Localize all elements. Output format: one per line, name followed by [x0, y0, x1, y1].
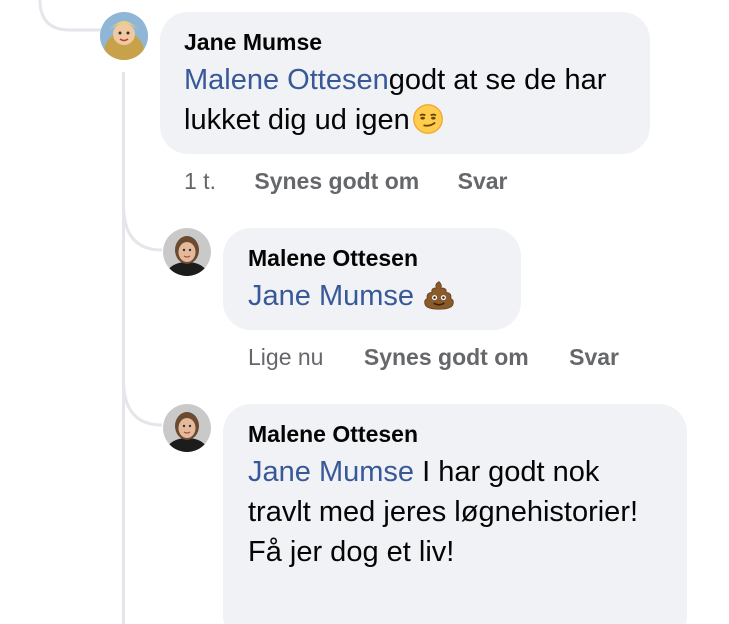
reply-button[interactable]: Svar — [458, 168, 508, 195]
like-button[interactable]: Synes godt om — [254, 168, 419, 195]
comment-actions-2: Lige nu Synes godt om Svar — [248, 344, 619, 371]
avatar-malene-ottesen[interactable] — [163, 404, 211, 452]
comment-author[interactable]: Malene Ottesen — [248, 420, 663, 448]
thread-connector-reply-2 — [122, 380, 163, 427]
comment-text: Jane Mumse — [248, 276, 497, 322]
comment-text: Malene Ottesengodt at se de har lukket d… — [184, 60, 626, 146]
comment-actions-1: 1 t. Synes godt om Svar — [184, 168, 507, 195]
thread-line-vertical — [122, 72, 125, 624]
pile-of-poo-emoji — [422, 279, 456, 322]
smirking-face-emoji — [410, 103, 446, 146]
comment-author[interactable]: Malene Ottesen — [248, 244, 497, 272]
mention-link[interactable]: Jane Mumse — [248, 456, 414, 488]
comment-bubble-1: Jane Mumse Malene Ottesengodt at se de h… — [160, 12, 650, 154]
reply-button[interactable]: Svar — [569, 344, 619, 371]
comment-bubble-2: Malene Ottesen Jane Mumse — [223, 228, 521, 330]
comment-bubble-3: Malene Ottesen Jane Mumse I har godt nok… — [223, 404, 687, 624]
avatar-malene-ottesen[interactable] — [163, 228, 211, 276]
mention-link[interactable]: Jane Mumse — [248, 280, 414, 312]
comment-text: Jane Mumse I har godt nok travlt med jer… — [248, 452, 663, 572]
avatar-jane-mumse[interactable] — [100, 12, 148, 60]
comment-author[interactable]: Jane Mumse — [184, 28, 626, 56]
comment-timestamp[interactable]: 1 t. — [184, 168, 216, 195]
like-button[interactable]: Synes godt om — [364, 344, 529, 371]
comment-thread: Jane Mumse Malene Ottesengodt at se de h… — [0, 0, 729, 624]
comment-timestamp[interactable]: Lige nu — [248, 344, 323, 371]
mention-link[interactable]: Malene Ottesen — [184, 64, 389, 96]
thread-connector-reply-1 — [122, 205, 163, 252]
thread-connector-top — [38, 0, 108, 32]
